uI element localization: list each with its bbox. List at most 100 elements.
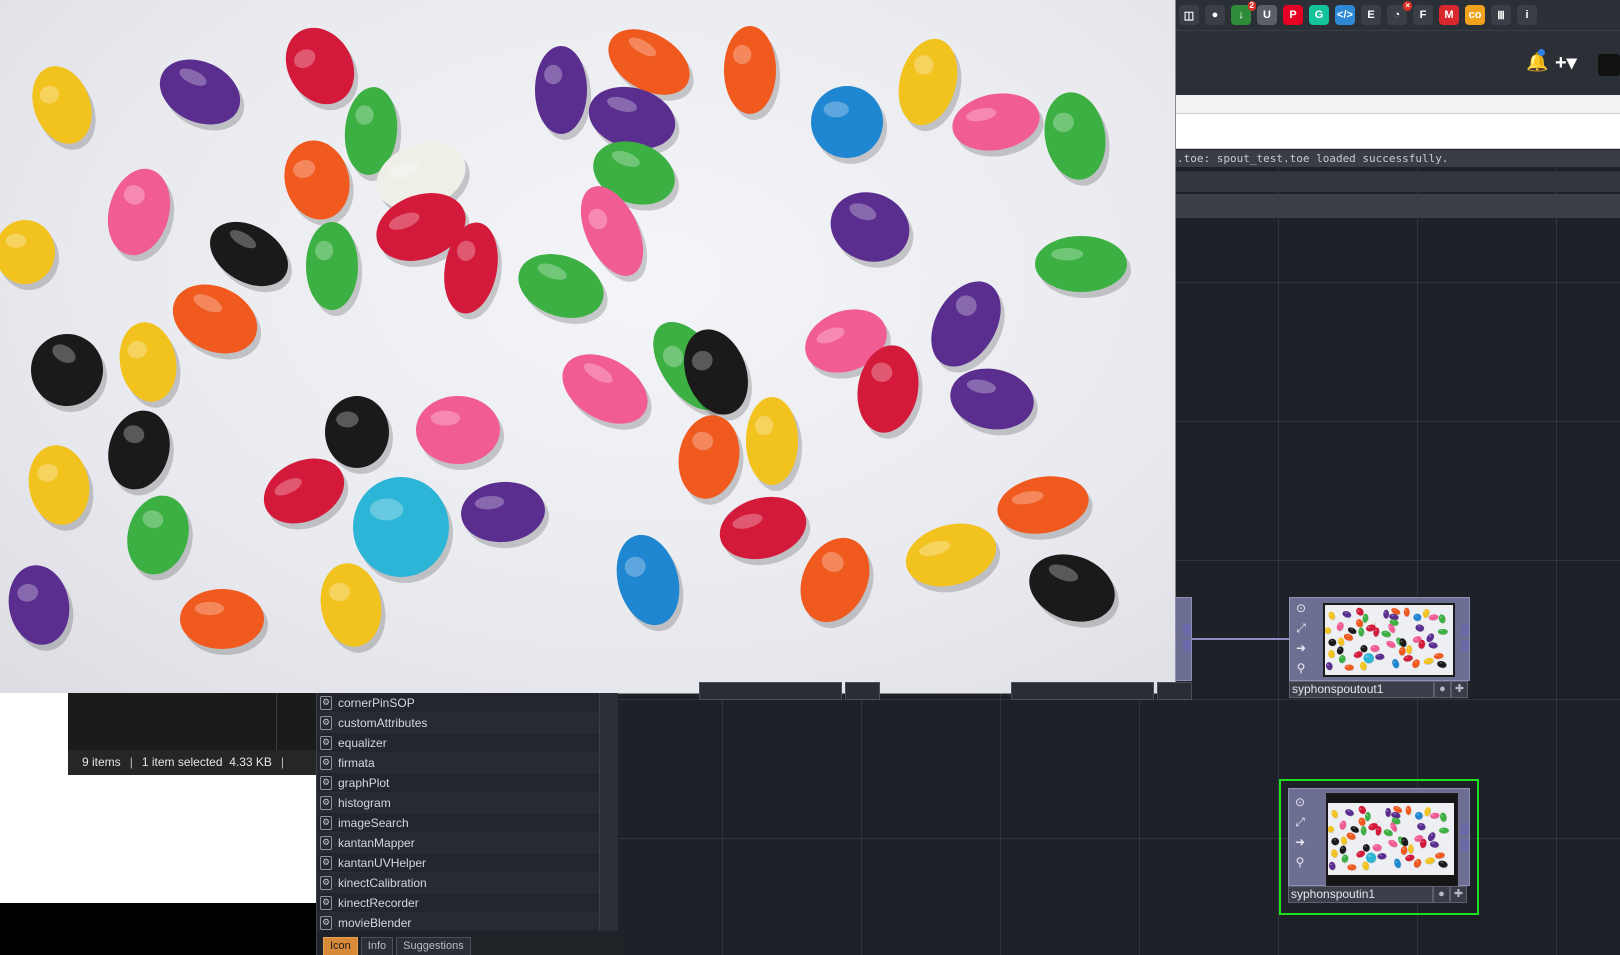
palette-item[interactable]: ⚙ histogram [317,793,599,813]
palette-item[interactable]: ⚙ firmata [317,753,599,773]
jelly-bean [1383,609,1389,619]
cook-flag-icon[interactable]: ⤢ [1296,618,1306,638]
export-flag-icon[interactable]: ➜ [1295,832,1305,852]
node-expand-button[interactable]: ✚ [1450,886,1467,903]
cook-flag-icon[interactable]: ⤢ [1295,812,1305,832]
component-icon: ⚙ [320,755,332,770]
palette-item[interactable]: ⚙ movieBlender [317,913,599,930]
jelly-bean [952,93,1040,151]
palette-item-label: histogram [338,795,391,810]
thumbnail-image [1328,803,1454,875]
download-icon[interactable]: ↓ 2 [1231,1,1256,25]
hidden-node-buttons[interactable] [845,682,880,700]
palette-tab[interactable]: Icon [323,937,358,955]
jelly-bean [1405,805,1412,815]
lock-flag-icon[interactable]: ⚲ [1297,658,1306,678]
jelly-bean [180,589,264,649]
viewer-flag-icon[interactable]: ⊙ [1295,792,1305,812]
node-body[interactable]: ⊙ ⤢ ➜ ⚲ [1288,788,1470,887]
jelly-bean [535,46,587,134]
palette-tabs: Icon Info Suggestions [317,931,623,955]
palette-item-label: kinectRecorder [338,895,419,910]
jelly-bean [1363,653,1374,664]
jelly-bean [1414,811,1423,820]
palette-tab[interactable]: Info [360,937,394,955]
mega-icon[interactable]: M [1439,5,1459,25]
palette-item-label: graphPlot [338,775,390,790]
node-display-button[interactable]: ● [1434,681,1451,698]
component-icon: ⚙ [320,855,332,870]
hidden-node-label[interactable] [1011,682,1154,700]
node-name[interactable]: syphonspoutin1 [1288,886,1433,903]
export-flag-icon[interactable]: ➜ [1296,638,1306,658]
evernote-icon[interactable]: E [1361,5,1381,25]
timer-icon[interactable]: ◔ × [1387,1,1412,25]
node-flags: ⊙ ⤢ ➜ ⚲ [1289,792,1311,872]
palette-scrollbar[interactable] [599,693,618,930]
command-input[interactable] [1175,113,1620,149]
app-switcher-icon[interactable] [1598,54,1620,76]
palette-item[interactable]: ⚙ kantanMapper [317,833,599,853]
node-expand-button[interactable]: ✚ [1451,681,1468,698]
output-port[interactable] [1461,640,1469,652]
hidden-node-body[interactable] [1175,597,1192,681]
extension-badge: × [1403,1,1412,11]
network-path-bar [1175,194,1620,218]
connection-wire[interactable] [1192,638,1291,640]
info-icon[interactable]: i [1517,5,1537,25]
node-syphonspoutin1[interactable]: ⊙ ⤢ ➜ ⚲ syphonspoutin1 ● ✚ [1288,788,1470,904]
node-display-button[interactable]: ● [1433,886,1450,903]
viewer-flag-icon[interactable]: ⊙ [1296,598,1306,618]
palette-item-label: kantanUVHelper [338,855,427,870]
piano-icon[interactable]: Ⅲ [1491,5,1511,25]
hidden-node-buttons[interactable] [1157,682,1192,700]
account-icon[interactable]: ● [1205,5,1225,25]
palette-item[interactable]: ⚙ cornerPinSOP [317,693,599,713]
browser-extension-bar: ◫ ● ↓ 2 U P G </> E ◔ × F Mco Ⅲi [1175,0,1620,31]
jelly-bean [1360,826,1367,836]
jelly-bean [905,523,997,587]
output-port[interactable] [1461,823,1469,835]
jelly-bean [1358,627,1364,637]
node-name[interactable]: syphonspoutout1 [1289,681,1434,698]
jelly-bean [1035,236,1127,292]
palette-item[interactable]: ⚙ imageSearch [317,813,599,833]
create-menu-button[interactable]: +▾ [1555,50,1577,75]
jelly-bean [325,396,389,468]
pinterest-icon[interactable]: P [1283,5,1303,25]
bell-icon[interactable]: 🔔 [1526,52,1548,73]
jelly-bean [31,334,103,406]
co-icon[interactable]: co [1465,5,1485,25]
lock-flag-icon[interactable]: ⚲ [1296,852,1305,872]
reader-icon[interactable]: ◫ [1179,5,1199,25]
node-buttons: ● ✚ [1433,886,1467,903]
palette-item-label: kantanMapper [338,835,415,850]
selection-size: 4.33 KB [229,755,272,769]
palette-item[interactable]: ⚙ equalizer [317,733,599,753]
output-port[interactable] [1461,624,1469,636]
palette-item[interactable]: ⚙ kantanUVHelper [317,853,599,873]
code-icon[interactable]: </> [1335,5,1355,25]
palette-item[interactable]: ⚙ graphPlot [317,773,599,793]
jelly-bean [1360,645,1368,653]
jelly-bean [1370,645,1380,652]
palette-item[interactable]: ⚙ kinectRecorder [317,893,599,913]
jelly-bean [724,26,776,114]
grammarly-icon[interactable]: G [1309,5,1329,25]
palette-item[interactable]: ⚙ kinectCalibration [317,873,599,893]
output-port[interactable] [1461,839,1469,851]
jelly-bean [353,477,449,577]
jelly-bean [1365,852,1377,863]
image-viewer[interactable] [0,0,1176,694]
output-port[interactable] [1183,640,1191,652]
palette-tab[interactable]: Suggestions [396,937,471,955]
notification-dot [1538,49,1545,56]
node-body[interactable]: ⊙ ⤢ ➜ ⚲ [1289,597,1470,681]
fox-icon[interactable]: F [1413,5,1433,25]
browser-app-bar [1175,31,1620,95]
bitwarden-icon[interactable]: U [1257,5,1277,25]
output-port[interactable] [1183,624,1191,636]
palette-item[interactable]: ⚙ customAttributes [317,713,599,733]
node-syphonspoutout1[interactable]: ⊙ ⤢ ➜ ⚲ syphonspoutout1 ● ✚ [1289,597,1470,698]
hidden-node-label[interactable] [699,682,842,700]
